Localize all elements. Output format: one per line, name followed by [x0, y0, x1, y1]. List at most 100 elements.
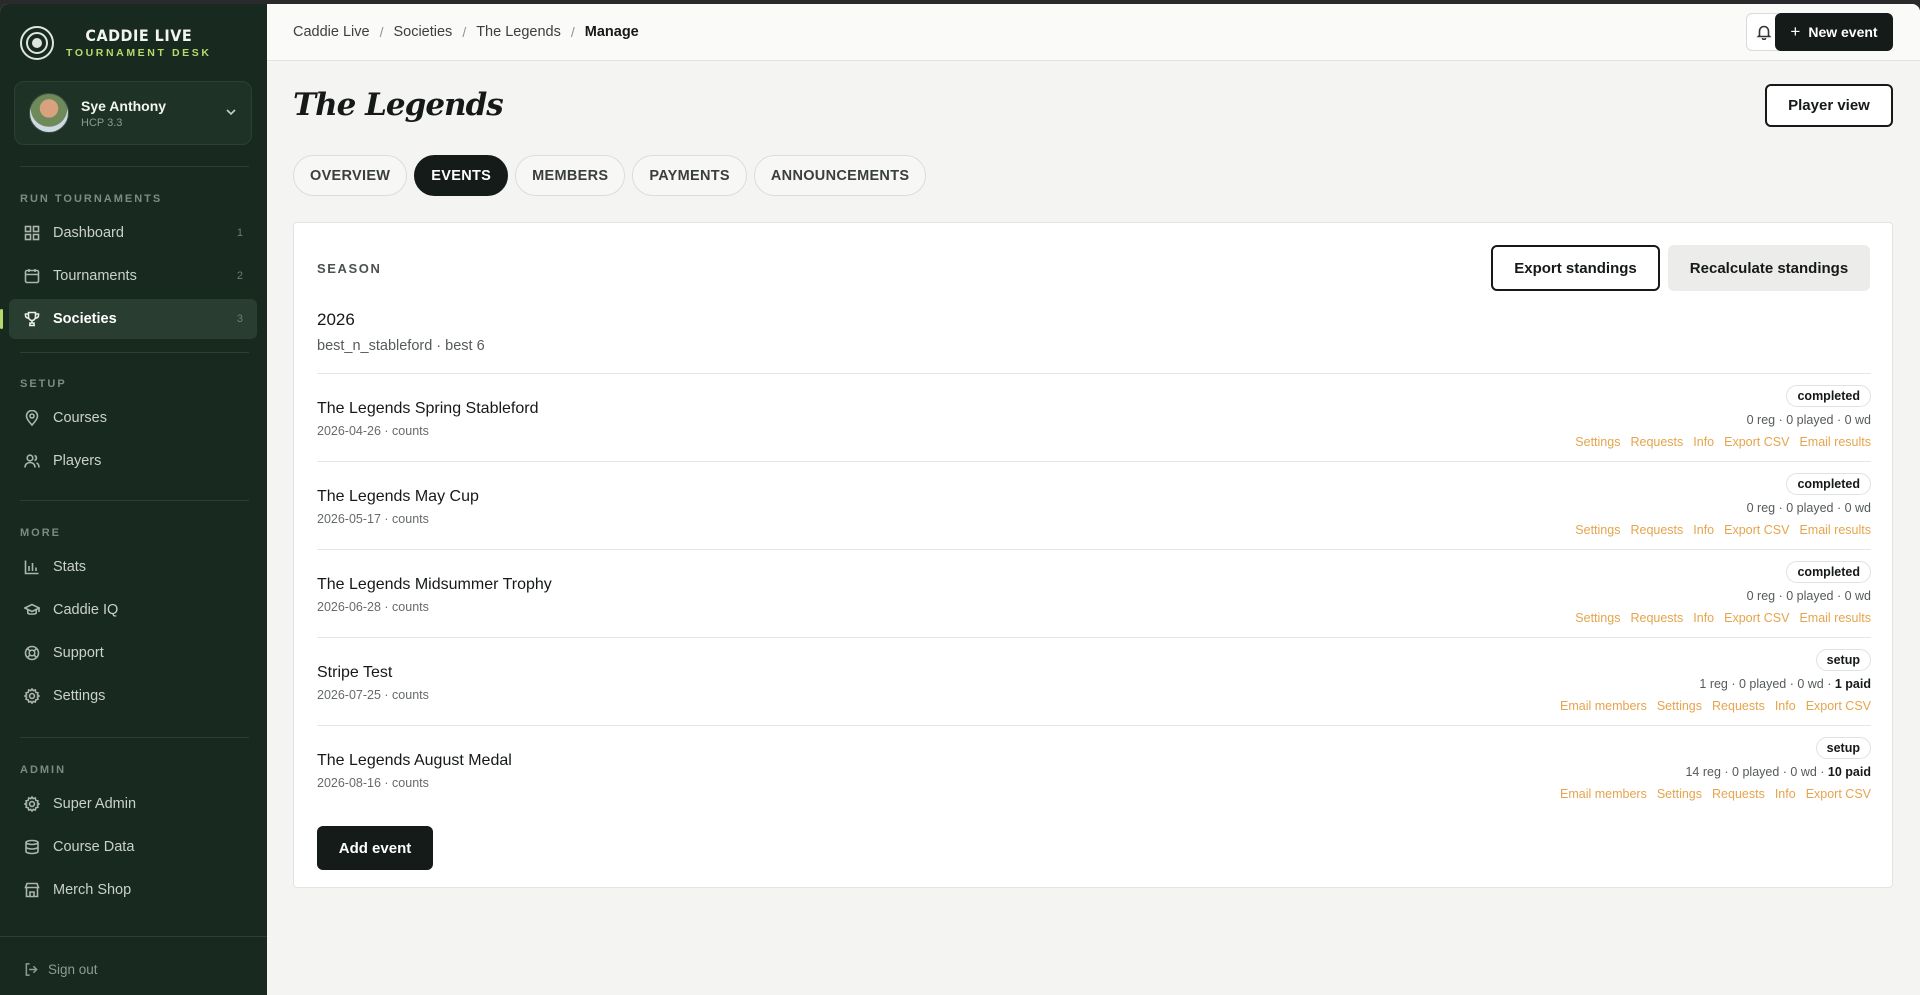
map-pin-icon: [23, 409, 41, 427]
event-action-link-requests[interactable]: Requests: [1712, 699, 1765, 713]
event-action-link-export-csv[interactable]: Export CSV: [1806, 787, 1871, 801]
sidebar-item-tournaments[interactable]: Tournaments 2: [9, 256, 257, 296]
sidebar-item-support[interactable]: Support: [9, 633, 257, 673]
bell-icon: [1756, 25, 1772, 40]
nav-count: 2: [236, 270, 243, 282]
event-action-link-settings[interactable]: Settings: [1575, 435, 1620, 449]
new-event-button[interactable]: + New event: [1775, 13, 1893, 51]
event-action-link-export-csv[interactable]: Export CSV: [1806, 699, 1871, 713]
event-meta: 2026-08-16 · counts: [317, 776, 429, 790]
event-paid-count: 10 paid: [1827, 765, 1871, 779]
event-row: Stripe Test 2026-07-25 · counts setup 1 reg…: [317, 637, 1871, 725]
event-stats: 1 reg · 0 played · 0 wd · 1 paid: [1699, 677, 1871, 691]
event-action-link-email-results[interactable]: Email results: [1799, 523, 1871, 537]
bar-chart-icon: [23, 558, 41, 576]
event-action-link-info[interactable]: Info: [1693, 435, 1714, 449]
section-label-setup: SETUP: [20, 378, 67, 390]
event-action-link-email-members[interactable]: Email members: [1560, 787, 1647, 801]
breadcrumb-item[interactable]: Caddie Live: [293, 24, 370, 40]
player-view-button[interactable]: Player view: [1765, 84, 1893, 127]
recalculate-standings-button[interactable]: Recalculate standings: [1668, 245, 1870, 291]
sidebar-item-label: Support: [53, 645, 104, 661]
tab-events[interactable]: EVENTS: [414, 155, 509, 196]
status-badge: completed: [1786, 473, 1871, 495]
tab-members[interactable]: MEMBERS: [515, 155, 626, 196]
sign-out-label: Sign out: [48, 962, 98, 977]
sidebar-item-players[interactable]: Players: [9, 441, 257, 481]
sidebar-item-societies[interactable]: Societies 3: [0, 299, 257, 339]
sidebar-item-courses[interactable]: Courses: [9, 398, 257, 438]
event-action-link-settings[interactable]: Settings: [1657, 787, 1702, 801]
sidebar-item-label: Dashboard: [53, 225, 124, 241]
event-action-link-email-results[interactable]: Email results: [1799, 611, 1871, 625]
event-action-link-info[interactable]: Info: [1775, 787, 1796, 801]
top-bar: Caddie Live / Societies / The Legends / …: [267, 4, 1920, 61]
event-row: The Legends Spring Stableford 2026-04-26 …: [317, 373, 1871, 461]
brand[interactable]: CADDIE LIVE TOURNAMENT DESK: [20, 26, 212, 60]
event-actions: Email members Settings Requests Info Export …: [1550, 699, 1871, 713]
event-action-link-email-members[interactable]: Email members: [1560, 699, 1647, 713]
breadcrumb-item[interactable]: Societies: [393, 24, 452, 40]
export-standings-button[interactable]: Export standings: [1491, 245, 1660, 291]
event-meta: 2026-06-28 · counts: [317, 600, 429, 614]
plus-icon: +: [1790, 22, 1801, 41]
event-actions: Settings Requests Info Export CSV Email resu…: [1565, 611, 1871, 625]
sidebar-item-stats[interactable]: Stats: [9, 547, 257, 587]
event-action-link-email-results[interactable]: Email results: [1799, 435, 1871, 449]
breadcrumb-current: Manage: [584, 24, 639, 40]
event-name[interactable]: The Legends Midsummer Trophy: [317, 576, 552, 594]
event-action-link-requests[interactable]: Requests: [1630, 523, 1683, 537]
sidebar-item-label: Merch Shop: [53, 882, 132, 898]
event-action-link-info[interactable]: Info: [1693, 523, 1714, 537]
event-action-link-info[interactable]: Info: [1693, 611, 1714, 625]
event-action-link-requests[interactable]: Requests: [1712, 787, 1765, 801]
sidebar-item-merch-shop[interactable]: Merch Shop: [9, 870, 257, 910]
tab-payments[interactable]: PAYMENTS: [632, 155, 747, 196]
nav-count: 1: [236, 227, 243, 239]
sidebar-item-course-data[interactable]: Course Data: [9, 827, 257, 867]
sidebar: CADDIE LIVE TOURNAMENT DESK Sye Anthony …: [0, 4, 267, 995]
tab-bar: OVERVIEW EVENTS MEMBERS PAYMENTS ANNOUNC…: [293, 155, 933, 196]
tab-announcements[interactable]: ANNOUNCEMENTS: [753, 155, 927, 196]
section-label-more: MORE: [20, 527, 61, 539]
event-action-link-settings[interactable]: Settings: [1575, 611, 1620, 625]
event-action-link-info[interactable]: Info: [1775, 699, 1796, 713]
tab-overview[interactable]: OVERVIEW: [293, 155, 408, 196]
brand-subtitle: TOURNAMENT DESK: [66, 46, 212, 59]
event-name[interactable]: Stripe Test: [317, 664, 392, 682]
grid-icon: [23, 224, 41, 242]
event-action-link-settings[interactable]: Settings: [1657, 699, 1702, 713]
breadcrumb-item[interactable]: The Legends: [476, 24, 561, 40]
sign-out-link[interactable]: Sign out: [24, 962, 98, 977]
event-action-link-requests[interactable]: Requests: [1630, 611, 1683, 625]
event-action-link-requests[interactable]: Requests: [1630, 435, 1683, 449]
event-action-link-export-csv[interactable]: Export CSV: [1724, 523, 1789, 537]
sidebar-item-dashboard[interactable]: Dashboard 1: [9, 213, 257, 253]
sidebar-item-super-admin[interactable]: Super Admin: [9, 784, 257, 824]
sidebar-item-settings[interactable]: Settings: [9, 676, 257, 716]
nav-count: 3: [236, 313, 243, 325]
sidebar-item-caddie-iq[interactable]: Caddie IQ: [9, 590, 257, 630]
add-event-button[interactable]: Add event: [317, 826, 433, 870]
event-action-link-export-csv[interactable]: Export CSV: [1724, 435, 1789, 449]
gear-icon: [23, 687, 41, 705]
season-label: SEASON: [317, 261, 382, 276]
breadcrumb-separator: /: [462, 24, 467, 40]
store-icon: [23, 881, 41, 899]
event-name[interactable]: The Legends Spring Stableford: [317, 400, 538, 418]
event-action-link-export-csv[interactable]: Export CSV: [1724, 611, 1789, 625]
sidebar-item-label: Stats: [53, 559, 87, 575]
sidebar-item-label: Settings: [53, 688, 106, 704]
user-switcher[interactable]: Sye Anthony HCP 3.3: [14, 81, 252, 145]
chevron-down-icon: [225, 105, 237, 121]
event-action-link-settings[interactable]: Settings: [1575, 523, 1620, 537]
section-label-run: RUN TOURNAMENTS: [20, 193, 163, 205]
event-meta: 2026-07-25 · counts: [317, 688, 429, 702]
event-name[interactable]: The Legends August Medal: [317, 752, 512, 770]
sidebar-divider: [0, 936, 267, 937]
event-stats: 0 reg · 0 played · 0 wd: [1747, 413, 1871, 427]
event-stats: 0 reg · 0 played · 0 wd: [1747, 501, 1871, 515]
sidebar-item-label: Societies: [53, 311, 117, 327]
event-stats-text: 0 reg · 0 played · 0 wd: [1746, 501, 1871, 515]
event-name[interactable]: The Legends May Cup: [317, 488, 479, 506]
